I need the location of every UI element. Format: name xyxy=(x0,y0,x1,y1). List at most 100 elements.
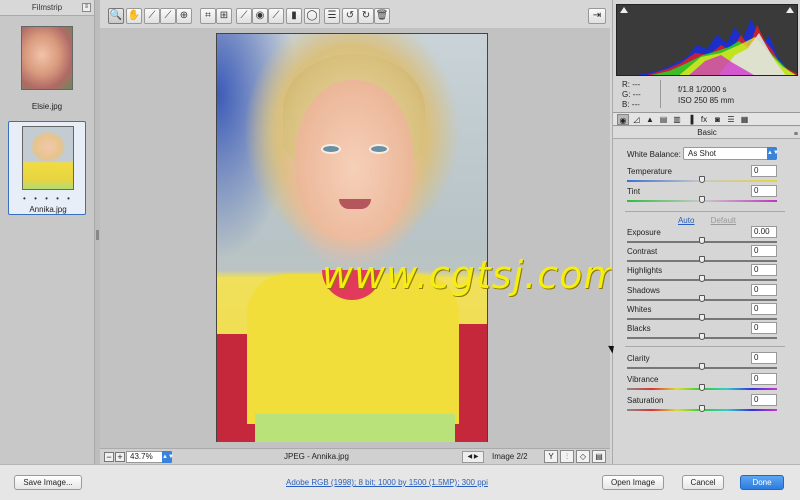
watermark-text: www.cgtsj.com xyxy=(322,253,622,297)
white-balance-icon[interactable]: ⟋ xyxy=(144,8,160,24)
zoom-in-button[interactable]: + xyxy=(115,452,125,462)
rating-stars[interactable]: • • • • • xyxy=(9,194,87,203)
auto-default-row: Auto Default xyxy=(613,216,800,225)
tint-slider-row: Tint 0 xyxy=(627,185,777,207)
saturation-slider-handle[interactable] xyxy=(699,405,705,412)
contrast-slider-handle[interactable] xyxy=(699,256,705,263)
blacks-slider-handle[interactable] xyxy=(699,333,705,340)
rotate-right-icon[interactable]: ↻ xyxy=(358,8,374,24)
auto-button[interactable]: Auto xyxy=(678,216,694,225)
split-toning-tab-icon[interactable]: ▥ xyxy=(671,114,683,125)
toolbar: 🔍 ✋ ⟋ ⟋ ⊕ ⌗ ⊞ ⟋ ◉ ⟋ ▮ ◯ ☰ ↺ ↻ 🗑 ⇥ xyxy=(100,8,610,26)
fullscreen-icon[interactable]: ⇥ xyxy=(588,8,606,24)
exposure-label: Exposure xyxy=(627,228,661,237)
readout-divider xyxy=(660,80,661,108)
image-canvas[interactable]: www.cgtsj.com xyxy=(100,28,620,448)
filmstrip-panel: Filmstrip ≡ Elsie.jpg • • • • • Annika.j… xyxy=(0,0,95,464)
highlights-slider-handle[interactable] xyxy=(699,275,705,282)
red-eye-icon[interactable]: ◉ xyxy=(252,8,268,24)
rotate-left-icon[interactable]: ↺ xyxy=(342,8,358,24)
exposure-slider-handle[interactable] xyxy=(699,237,705,244)
shadows-slider-handle[interactable] xyxy=(699,295,705,302)
hand-icon[interactable]: ✋ xyxy=(126,8,142,24)
image-nav-buttons[interactable]: ◀ ▶ xyxy=(462,451,484,463)
filmstrip-item-annika[interactable]: • • • • • Annika.jpg xyxy=(8,121,86,215)
zoom-select[interactable]: 43.7% ▲▼ xyxy=(126,451,174,463)
copy-settings-icon[interactable]: ◇ xyxy=(576,450,590,463)
clarity-slider-handle[interactable] xyxy=(699,363,705,370)
open-image-button[interactable]: Open Image xyxy=(602,475,664,490)
cancel-button[interactable]: Cancel xyxy=(682,475,724,490)
filmstrip-title: Filmstrip ≡ xyxy=(0,0,94,16)
photo-region-eye-right xyxy=(369,144,389,154)
snapshots-tab-icon[interactable]: ▦ xyxy=(739,114,751,125)
save-image-button[interactable]: Save Image... xyxy=(14,475,82,490)
histogram xyxy=(616,4,798,76)
file-info: JPEG - Annika.jpg xyxy=(284,452,349,461)
basic-panel-title: Basic ≡ xyxy=(613,127,800,139)
readout-b: B: --- xyxy=(622,100,640,109)
before-after-toggle-icon[interactable]: Y xyxy=(544,450,558,463)
highlights-label: Highlights xyxy=(627,266,663,275)
chevron-down-icon: ▲▼ xyxy=(162,451,174,463)
splitter-handle[interactable] xyxy=(96,230,99,240)
adjustment-brush-icon[interactable]: ⟋ xyxy=(268,8,284,24)
graduated-filter-icon[interactable]: ▮ xyxy=(286,8,302,24)
done-button[interactable]: Done xyxy=(740,475,784,490)
exposure-value-input[interactable]: 0.00 xyxy=(751,226,777,238)
filmstrip-item-elsie[interactable]: Elsie.jpg xyxy=(8,22,86,118)
vibrance-slider-handle[interactable] xyxy=(699,384,705,391)
saturation-label: Saturation xyxy=(627,396,664,405)
contrast-value-input[interactable]: 0 xyxy=(751,245,777,257)
crop-icon[interactable]: ⌗ xyxy=(200,8,216,24)
zoom-out-button[interactable]: − xyxy=(104,452,114,462)
exif-iso-focal: ISO 250 85 mm xyxy=(678,96,735,105)
color-sampler-icon[interactable]: ⟋ xyxy=(160,8,176,24)
clarity-value-input[interactable]: 0 xyxy=(751,352,777,364)
effects-tab-icon[interactable]: fx xyxy=(698,114,710,125)
temperature-label: Temperature xyxy=(627,167,672,176)
camera-calibration-tab-icon[interactable]: ◙ xyxy=(712,114,724,125)
white-balance-select[interactable]: As Shot ▲▼ xyxy=(683,147,779,160)
highlights-value-input[interactable]: 0 xyxy=(751,264,777,276)
zoom-icon[interactable]: 🔍 xyxy=(108,8,124,24)
whites-value-input[interactable]: 0 xyxy=(751,303,777,315)
rgb-readout: R: --- G: --- B: --- xyxy=(622,80,641,110)
readout-g: G: --- xyxy=(622,90,641,99)
panel-menu-icon[interactable]: ≡ xyxy=(794,129,798,141)
default-button[interactable]: Default xyxy=(711,216,736,225)
chevron-down-icon: ▲▼ xyxy=(767,147,779,160)
whites-slider-handle[interactable] xyxy=(699,314,705,321)
workflow-options-link[interactable]: Adobe RGB (1998); 8 bit; 1000 by 1500 (1… xyxy=(286,478,488,487)
whites-label: Whites xyxy=(627,305,652,314)
saturation-slider-row: Saturation 0 xyxy=(627,394,777,416)
toggle-view-icon[interactable]: ▤ xyxy=(592,450,606,463)
temperature-value-input[interactable]: 0 xyxy=(751,165,777,177)
lens-tab-icon[interactable]: ▐ xyxy=(685,114,697,125)
shadows-value-input[interactable]: 0 xyxy=(751,284,777,296)
adjustments-panel: R: --- G: --- B: --- f/1.8 1/2000 s ISO … xyxy=(612,0,800,464)
detail-tab-icon[interactable]: ▲ xyxy=(644,114,656,125)
hsl-tab-icon[interactable]: ▤ xyxy=(658,114,670,125)
saturation-value-input[interactable]: 0 xyxy=(751,394,777,406)
blacks-value-input[interactable]: 0 xyxy=(751,322,777,334)
straighten-icon[interactable]: ⊞ xyxy=(216,8,232,24)
tint-slider-handle[interactable] xyxy=(699,196,705,203)
trash-icon[interactable]: 🗑 xyxy=(374,8,390,24)
radial-filter-icon[interactable]: ◯ xyxy=(304,8,320,24)
photo-region-skirt xyxy=(255,414,455,442)
preferences-icon[interactable]: ☰ xyxy=(324,8,340,24)
temperature-slider-handle[interactable] xyxy=(699,176,705,183)
tone-curve-tab-icon[interactable]: ◿ xyxy=(631,114,643,125)
basic-tab-icon[interactable]: ◉ xyxy=(617,114,629,125)
filmstrip-menu-icon[interactable]: ≡ xyxy=(82,3,91,12)
presets-tab-icon[interactable]: ☰ xyxy=(725,114,737,125)
vibrance-value-input[interactable]: 0 xyxy=(751,373,777,385)
target-adjust-icon[interactable]: ⊕ xyxy=(176,8,192,24)
readout-r: R: --- xyxy=(622,80,641,89)
tint-value-input[interactable]: 0 xyxy=(751,185,777,197)
basic-title-text: Basic xyxy=(697,128,717,137)
spot-removal-icon[interactable]: ⟋ xyxy=(236,8,252,24)
filmstrip-title-text: Filmstrip xyxy=(31,3,63,12)
swap-settings-icon[interactable]: ⫶ xyxy=(560,450,574,463)
